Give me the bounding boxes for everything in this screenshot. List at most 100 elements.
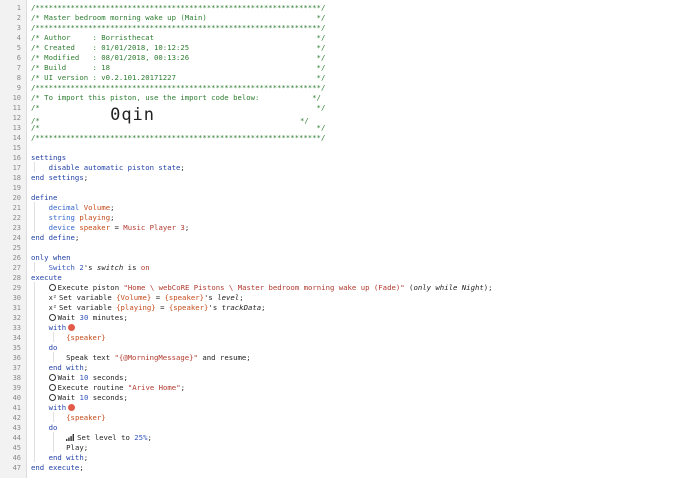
code-content: /* To import this piston, use the import… <box>31 93 321 103</box>
variable-name: {speaker} <box>168 303 209 312</box>
code-line: 4 /* Author : Borristhecat */ <box>0 33 690 43</box>
comment-text: /* */ <box>31 123 326 132</box>
code-content: x² Set variable {playing} = {speaker}'s t… <box>31 303 266 313</box>
code-text: ; <box>83 363 89 372</box>
line-number: 16 <box>12 154 21 162</box>
code-content: /* */ <box>31 103 325 113</box>
code-text: Wait <box>57 373 80 382</box>
indent-guide <box>53 432 54 452</box>
line-number: 33 <box>12 324 21 332</box>
code-text: is <box>123 263 141 272</box>
code-line: 2 /* Master bedroom morning wake up (Main… <box>0 13 690 23</box>
code-line: 43 do <box>0 423 690 433</box>
keyword: define <box>31 193 58 202</box>
line-number: 26 <box>12 254 21 262</box>
line-number: 9 <box>16 84 21 92</box>
variable-icon: x² <box>48 294 58 302</box>
type-keyword: string <box>48 213 75 222</box>
clock-icon <box>48 384 56 391</box>
indent-guide <box>34 282 35 462</box>
code-line: 47 end execute; <box>0 463 690 473</box>
code-line: 45 Play; <box>0 443 690 453</box>
code-text: ; <box>83 453 89 462</box>
code-text: ; <box>79 463 84 472</box>
indent-guide <box>34 162 35 172</box>
code-text: 's <box>208 303 222 312</box>
code-content: /***************************************… <box>31 83 325 93</box>
code-content: execute <box>31 273 62 283</box>
line-number: 17 <box>12 164 21 172</box>
italic-text: trackData <box>221 303 262 312</box>
line-number: 29 <box>12 284 21 292</box>
line-number: 30 <box>12 294 21 302</box>
line-number: 14 <box>12 134 21 142</box>
code-text: ; <box>110 203 115 212</box>
variable-name: {playing} <box>116 303 156 312</box>
variable-name: speaker <box>79 223 111 232</box>
code-line: 21 decimal Volume; <box>0 203 690 213</box>
line-number: 35 <box>12 344 21 352</box>
code-content: end define; <box>31 233 79 243</box>
code-text: = <box>155 303 169 312</box>
code-content: end with; <box>31 363 89 373</box>
keyword: end execute <box>31 463 80 472</box>
code-content: /***************************************… <box>31 133 325 143</box>
variable-icon: x² <box>48 304 58 312</box>
code-line: 44 Set level to 25%; <box>0 433 690 443</box>
comment-text: /* */ <box>31 103 326 112</box>
keyword: do <box>48 343 58 352</box>
line-number: 22 <box>12 214 21 222</box>
comment-text: /* To import this piston, use the import… <box>31 93 321 102</box>
code-line: 46 end with; <box>0 453 690 463</box>
code-line: 15 <box>0 143 690 153</box>
string-literal: "{@MorningMessage}" <box>114 353 198 362</box>
code-content: Wait 10 seconds; <box>31 393 128 403</box>
comment-text: /* Created : 01/01/2018, 10:12:25 */ <box>31 43 326 52</box>
code-line: 10 /* To import this piston, use the impo… <box>0 93 690 103</box>
comment-text: /***************************************… <box>31 83 326 92</box>
line-number: 10 <box>12 94 21 102</box>
code-content: /* UI version : v0.2.101.20171227 */ <box>31 73 325 83</box>
code-text: Set variable <box>59 303 117 312</box>
code-content: disable automatic piston state; <box>31 163 185 173</box>
code-content: {speaker} <box>31 413 106 423</box>
code-content: Wait 30 minutes; <box>31 313 128 323</box>
code-text: minutes; <box>88 313 128 322</box>
line-number: 37 <box>12 364 21 372</box>
code-line: 3 /**************************************… <box>0 23 690 33</box>
code-content: end settings; <box>31 173 88 183</box>
keyword: end define <box>31 233 75 242</box>
code-line: 29 Execute piston "Home \ webCoRE Piston… <box>0 283 690 293</box>
line-number: 32 <box>12 314 21 322</box>
code-text: Set variable <box>59 293 117 302</box>
comment-text: /* Modified : 08/01/2018, 00:13:26 */ <box>31 53 326 62</box>
variable-name: Volume <box>83 203 111 212</box>
code-line: 28 execute <box>0 273 690 283</box>
code-text: ; <box>180 163 185 172</box>
number: 25% <box>134 433 148 442</box>
line-number: 46 <box>12 454 21 462</box>
code-line: 27 Switch 2's switch is on <box>0 263 690 273</box>
code-line: 20 define <box>0 193 690 203</box>
italic-text: level <box>217 293 240 302</box>
line-number: 25 <box>12 244 21 252</box>
code-text: ; <box>147 433 152 442</box>
code-text: ; <box>83 173 89 182</box>
code-line: 35 do <box>0 343 690 353</box>
variable-name: {speaker} <box>66 333 106 342</box>
code-line: 12/* 0qin */ <box>0 107 690 126</box>
indent-guide <box>34 202 35 232</box>
line-number: 44 <box>12 434 21 442</box>
code-line: 24 end define; <box>0 233 690 243</box>
code-line: 30 x² Set variable {Volume} = {speaker}'s… <box>0 293 690 303</box>
italic-text: only while Night <box>413 283 484 292</box>
indent-guide <box>53 352 54 362</box>
code-line: 37 end with; <box>0 363 690 373</box>
type-keyword: decimal <box>48 203 80 212</box>
code-line: 36 Speak text "{@MorningMessage}" and re… <box>0 353 690 363</box>
code-content: /* Author : Borristhecat */ <box>31 33 325 43</box>
code-line: 6 /* Modified : 08/01/2018, 00:13:26 */ <box>0 53 690 63</box>
